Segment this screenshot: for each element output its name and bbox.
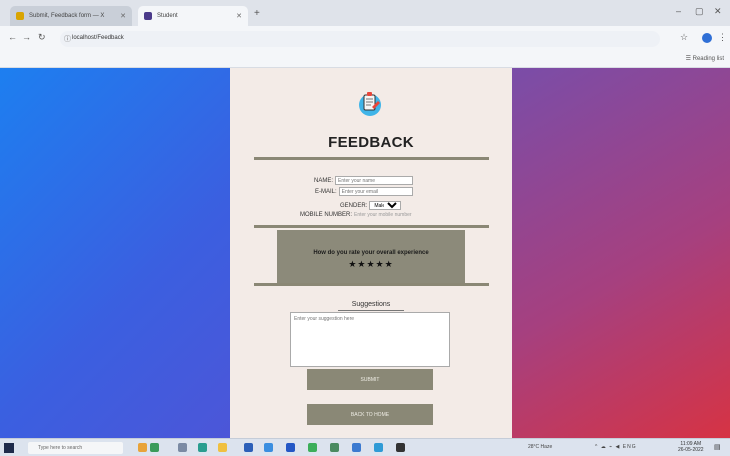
divider <box>254 157 489 160</box>
maximize-icon[interactable]: ▢ <box>695 6 704 17</box>
tab-feedback[interactable]: Submit, Feedback form — X ✕ <box>10 6 132 26</box>
tab-favicon-icon <box>144 12 152 20</box>
clock-date: 26-05-2022 <box>678 447 704 453</box>
tab-strip: Submit, Feedback form — X ✕ Student ✕ + … <box>0 0 730 26</box>
mobile-label: MOBILE NUMBER: <box>300 212 353 218</box>
tab-title: Submit, Feedback form — X <box>29 13 105 19</box>
email-input[interactable] <box>338 187 413 196</box>
forward-arrow-icon[interactable]: → <box>22 32 31 42</box>
weather-widget[interactable]: 28°C Haze <box>528 444 552 450</box>
system-tray-icons[interactable]: ^ ☁ ⌁ ◀ ENG <box>595 444 637 450</box>
tab-student[interactable]: Student ✕ <box>138 6 248 26</box>
reading-list-button[interactable]: ☰ Reading list <box>686 55 724 62</box>
gender-select[interactable]: Male <box>369 201 402 210</box>
address-bar[interactable]: ⓘ localhost/Feedback <box>60 31 660 47</box>
back-to-home-button[interactable]: BACK TO HOME <box>307 404 433 425</box>
star-icon[interactable]: ☆ <box>680 32 688 43</box>
feedback-logo-icon <box>359 92 381 116</box>
suggestions-textarea[interactable] <box>290 312 450 367</box>
right-gradient-panel <box>512 68 730 438</box>
feedback-card: FEEDBACK NAME: E-MAIL: GENDER: Male MOBI… <box>230 68 512 438</box>
page-title: FEEDBACK <box>328 134 414 151</box>
star-rating[interactable]: ★★★★★ <box>277 259 465 270</box>
gender-row: GENDER: Male <box>340 201 402 210</box>
divider <box>254 283 489 286</box>
back-arrow-icon[interactable]: ← <box>8 32 17 42</box>
terminal-icon[interactable] <box>396 443 405 452</box>
suggestions-underline <box>338 310 404 311</box>
name-input[interactable] <box>335 176 414 185</box>
vscode-icon[interactable] <box>330 443 339 452</box>
word-icon[interactable] <box>286 443 295 452</box>
file-explorer-icon[interactable] <box>218 443 227 452</box>
notification-icon[interactable]: ▤ <box>714 443 721 451</box>
taskbar: Type here to search 28°C Haze ^ ☁ ⌁ ◀ EN… <box>0 438 730 456</box>
bookmarks-bar: ☰ Reading list <box>0 52 730 68</box>
email-row: E-MAIL: <box>315 187 413 196</box>
info-icon[interactable]: ⓘ <box>64 34 71 44</box>
taskbar-search[interactable]: Type here to search <box>28 442 123 454</box>
tab-title: Student <box>157 13 178 19</box>
mobile-input[interactable]: Enter your mobile number <box>354 212 412 218</box>
clock[interactable]: 11:09 AM 26-05-2022 <box>678 441 704 453</box>
widgets-icon[interactable] <box>178 443 187 452</box>
page-viewport: FEEDBACK NAME: E-MAIL: GENDER: Male MOBI… <box>0 68 730 438</box>
mobile-row: MOBILE NUMBER: Enter your mobile number <box>300 212 412 218</box>
search-placeholder: Type here to search <box>38 445 83 451</box>
name-row: NAME: <box>314 176 414 185</box>
cortana-icon[interactable] <box>138 443 147 452</box>
submit-button[interactable]: SUBMIT <box>307 369 433 390</box>
email-label: E-MAIL: <box>315 188 337 195</box>
name-label: NAME: <box>314 177 334 184</box>
store-icon[interactable] <box>244 443 253 452</box>
gender-label: GENDER: <box>340 202 368 209</box>
profile-avatar[interactable] <box>702 33 712 43</box>
task-view-icon[interactable] <box>150 443 159 452</box>
windows-start-icon[interactable] <box>4 443 14 453</box>
close-icon[interactable]: ✕ <box>714 6 722 17</box>
reload-icon[interactable]: ↻ <box>38 32 46 43</box>
divider <box>254 225 489 228</box>
reading-list-label: Reading list <box>692 56 724 62</box>
tab-favicon-icon <box>16 12 24 20</box>
edge-icon[interactable] <box>198 443 207 452</box>
minimize-icon[interactable]: – <box>676 6 681 16</box>
tab-close-icon[interactable]: ✕ <box>236 12 242 20</box>
left-gradient-panel <box>0 68 230 438</box>
rating-question: How do you rate your overall experience <box>313 250 429 256</box>
app-icon[interactable] <box>352 443 361 452</box>
plus-icon[interactable]: + <box>254 8 260 19</box>
menu-dots-icon[interactable]: ⋮ <box>718 32 727 43</box>
address-toolbar: ← → ↻ ⓘ localhost/Feedback ☆ ⋮ <box>0 26 730 52</box>
suggestions-label: Suggestions <box>351 301 391 308</box>
url-text: localhost/Feedback <box>72 35 124 41</box>
mail-icon[interactable] <box>264 443 273 452</box>
rating-panel: How do you rate your overall experience … <box>277 230 465 283</box>
app-icon[interactable] <box>374 443 383 452</box>
chrome-icon[interactable] <box>308 443 317 452</box>
tab-close-icon[interactable]: ✕ <box>120 12 126 20</box>
